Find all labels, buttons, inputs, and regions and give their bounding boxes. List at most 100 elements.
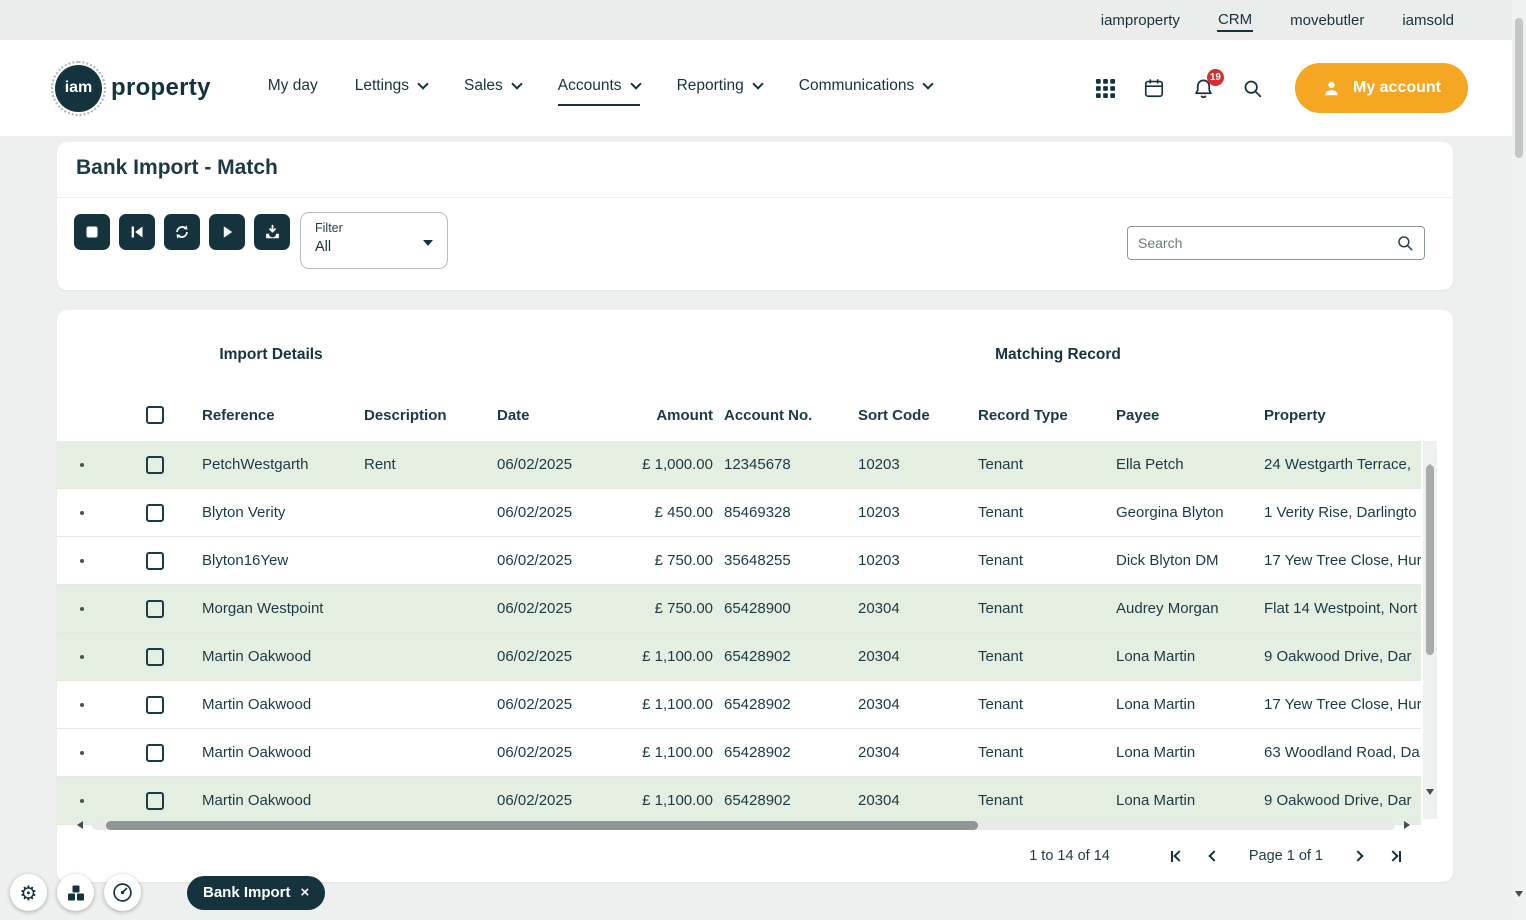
cell-account_no: 65428902 xyxy=(713,648,847,665)
nav-accounts[interactable]: Accounts xyxy=(558,70,640,106)
table-vertical-scrollbar[interactable] xyxy=(1423,441,1437,819)
table-row[interactable]: Martin Oakwood06/02/2025£ 1,100.00654289… xyxy=(57,681,1421,729)
nav-sales[interactable]: Sales xyxy=(464,70,521,106)
cell-sort_code: 20304 xyxy=(847,600,967,617)
search-icon[interactable] xyxy=(1242,78,1263,99)
bottom-bar: ⚙ Bank Import × xyxy=(10,874,325,911)
table-row[interactable]: Blyton16Yew06/02/2025£ 750.0035648255102… xyxy=(57,537,1421,585)
nav-my-day[interactable]: My day xyxy=(268,70,318,106)
cell-record_type: Tenant xyxy=(967,648,1105,665)
refresh-icon xyxy=(174,224,190,240)
scroll-left-arrow-icon[interactable] xyxy=(77,821,83,829)
my-account-label: My account xyxy=(1353,79,1441,97)
vertical-scroll-thumb[interactable] xyxy=(1426,465,1434,655)
cell-record_type: Tenant xyxy=(967,504,1105,521)
row-menu-button[interactable] xyxy=(57,463,107,467)
cell-amount: £ 1,100.00 xyxy=(617,696,713,713)
filter-dropdown[interactable]: Filter All xyxy=(300,212,448,269)
page-scrollbar[interactable] xyxy=(1512,0,1526,920)
settings-button[interactable]: ⚙ xyxy=(10,874,47,911)
dashboard-button[interactable] xyxy=(104,874,141,911)
row-checkbox[interactable] xyxy=(146,504,164,522)
col-record-type: Record Type xyxy=(967,407,1105,424)
table-body: PetchWestgarthRent06/02/2025£ 1,000.0012… xyxy=(57,441,1421,825)
refresh-button[interactable] xyxy=(164,214,200,250)
page-scroll-down-icon[interactable] xyxy=(1515,897,1523,915)
notifications-bell-icon[interactable]: 19 xyxy=(1192,77,1215,100)
row-checkbox[interactable] xyxy=(146,600,164,618)
top-link-movebutler[interactable]: movebutler xyxy=(1289,10,1365,31)
row-checkbox[interactable] xyxy=(146,552,164,570)
skip-back-button[interactable] xyxy=(119,214,155,250)
scroll-up-arrow-icon[interactable] xyxy=(1426,447,1434,465)
group-header-matching-record: Matching Record xyxy=(995,346,1121,364)
scroll-right-arrow-icon[interactable] xyxy=(1404,821,1410,829)
search-input[interactable] xyxy=(1138,235,1396,251)
cell-account_no: 65428902 xyxy=(713,696,847,713)
first-page-button[interactable] xyxy=(1171,851,1183,862)
top-link-iamsold[interactable]: iamsold xyxy=(1401,10,1455,31)
play-button[interactable] xyxy=(209,214,245,250)
search-submit-icon[interactable] xyxy=(1396,234,1414,252)
row-checkbox[interactable] xyxy=(146,456,164,474)
apps-grid-icon[interactable] xyxy=(1095,78,1116,99)
table-horizontal-scrollbar[interactable] xyxy=(77,818,1410,832)
tab-bank-import[interactable]: Bank Import × xyxy=(187,876,325,910)
cell-sort_code: 20304 xyxy=(847,792,967,809)
chevron-down-icon xyxy=(923,78,934,89)
top-link-iamproperty[interactable]: iamproperty xyxy=(1100,10,1181,31)
cell-reference: Blyton Verity xyxy=(202,504,364,521)
row-checkbox[interactable] xyxy=(146,648,164,666)
col-reference: Reference xyxy=(202,407,364,424)
horizontal-scroll-thumb[interactable] xyxy=(106,821,978,830)
tab-close-icon[interactable]: × xyxy=(301,884,310,901)
kebab-menu-icon xyxy=(80,799,84,803)
col-amount: Amount xyxy=(617,407,713,424)
table-row[interactable]: Martin Oakwood06/02/2025£ 1,100.00654289… xyxy=(57,633,1421,681)
row-checkbox[interactable] xyxy=(146,744,164,762)
table-row[interactable]: PetchWestgarthRent06/02/2025£ 1,000.0012… xyxy=(57,441,1421,489)
calendar-icon[interactable] xyxy=(1143,77,1165,99)
page-scroll-thumb[interactable] xyxy=(1515,18,1523,158)
nav-communications[interactable]: Communications xyxy=(799,70,932,106)
row-checkbox-cell xyxy=(107,552,202,570)
cell-reference: Martin Oakwood xyxy=(202,792,364,809)
table-row[interactable]: Martin Oakwood06/02/2025£ 1,100.00654289… xyxy=(57,729,1421,777)
table-row[interactable]: Blyton Verity06/02/2025£ 450.00854693281… xyxy=(57,489,1421,537)
row-checkbox[interactable] xyxy=(146,792,164,810)
row-menu-button[interactable] xyxy=(57,751,107,755)
row-menu-button[interactable] xyxy=(57,559,107,563)
row-menu-button[interactable] xyxy=(57,703,107,707)
dropdown-arrow-icon xyxy=(423,240,433,246)
row-menu-button[interactable] xyxy=(57,655,107,659)
cell-amount: £ 750.00 xyxy=(617,552,713,569)
last-page-button[interactable] xyxy=(1389,851,1401,862)
top-strip: iamproperty CRM movebutler iamsold xyxy=(0,0,1526,40)
person-icon xyxy=(1322,79,1341,98)
nav-lettings[interactable]: Lettings xyxy=(355,70,427,106)
scroll-down-arrow-icon[interactable] xyxy=(1426,795,1434,813)
my-account-button[interactable]: My account xyxy=(1295,63,1468,113)
cell-description: Rent xyxy=(364,456,497,473)
row-menu-button[interactable] xyxy=(57,799,107,803)
gauge-icon xyxy=(112,882,133,903)
cell-sort_code: 20304 xyxy=(847,648,967,665)
cell-amount: £ 1,100.00 xyxy=(617,648,713,665)
row-menu-button[interactable] xyxy=(57,607,107,611)
table-row[interactable]: Morgan Westpoint06/02/2025£ 750.00654289… xyxy=(57,585,1421,633)
horizontal-scroll-track[interactable] xyxy=(92,821,1395,830)
row-checkbox[interactable] xyxy=(146,696,164,714)
next-page-button[interactable] xyxy=(1354,852,1362,860)
cell-sort_code: 10203 xyxy=(847,504,967,521)
row-menu-button[interactable] xyxy=(57,511,107,515)
import-button[interactable] xyxy=(254,214,290,250)
previous-page-button[interactable] xyxy=(1210,852,1218,860)
col-sort-code: Sort Code xyxy=(847,407,967,424)
select-all-checkbox[interactable] xyxy=(146,406,164,424)
cell-payee: Audrey Morgan xyxy=(1105,600,1253,617)
nav-reporting[interactable]: Reporting xyxy=(677,70,762,106)
modules-button[interactable] xyxy=(57,874,94,911)
stop-button[interactable] xyxy=(74,214,110,250)
top-link-crm[interactable]: CRM xyxy=(1217,9,1253,32)
cell-property: 24 Westgarth Terrace, xyxy=(1253,456,1421,473)
